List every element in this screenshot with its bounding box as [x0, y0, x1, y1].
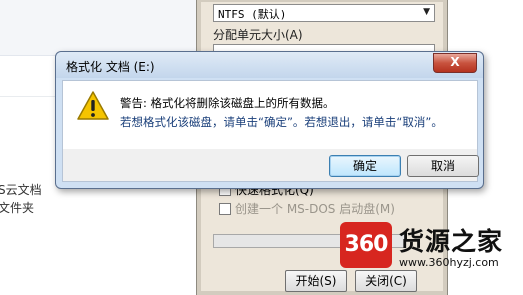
watermark-logo: 360 — [340, 222, 392, 268]
dialog-body: 警告: 格式化将删除该磁盘上的所有数据。 若想格式化该磁盘，请单击“确定”。若想… — [62, 80, 478, 150]
filesystem-select[interactable]: NTFS (默认) ▼ — [213, 4, 435, 22]
alloc-unit-label: 分配单元大小(A) — [213, 28, 303, 42]
instruction-message: 若想格式化该磁盘，请单击“确定”。若想退出，请单击“取消”。 — [120, 115, 443, 129]
close-icon[interactable]: X — [433, 53, 477, 73]
explorer-item-folder[interactable]: 文件夹 — [0, 199, 34, 216]
warning-icon — [77, 91, 109, 120]
cancel-button[interactable]: 取消 — [407, 155, 479, 177]
ok-button[interactable]: 确定 — [329, 155, 401, 177]
msdos-checkbox[interactable] — [219, 203, 231, 215]
site-watermark: 360 货源之家 www.360hyzj.com — [333, 220, 523, 293]
format-warning-dialog: 格式化 文档 (E:) X 警告: 格式化将删除该磁盘上的所有数据。 若想格式化… — [55, 51, 484, 189]
watermark-brand: 货源之家 — [399, 227, 504, 256]
explorer-header-band — [0, 0, 205, 56]
dialog-title: 格式化 文档 (E:) — [66, 60, 155, 74]
explorer-item-cloud-docs[interactable]: S云文档 — [0, 181, 42, 198]
dialog-titlebar: 格式化 文档 (E:) X — [56, 52, 483, 78]
filesystem-value: NTFS (默认) — [218, 8, 287, 21]
watermark-url: www.360hyzj.com — [399, 256, 499, 269]
chevron-down-icon: ▼ — [423, 7, 430, 17]
warning-message: 警告: 格式化将删除该磁盘上的所有数据。 — [120, 96, 335, 110]
msdos-label: 创建一个 MS-DOS 启动盘(M) — [235, 202, 395, 216]
dialog-footer: 确定 取消 — [62, 149, 479, 182]
